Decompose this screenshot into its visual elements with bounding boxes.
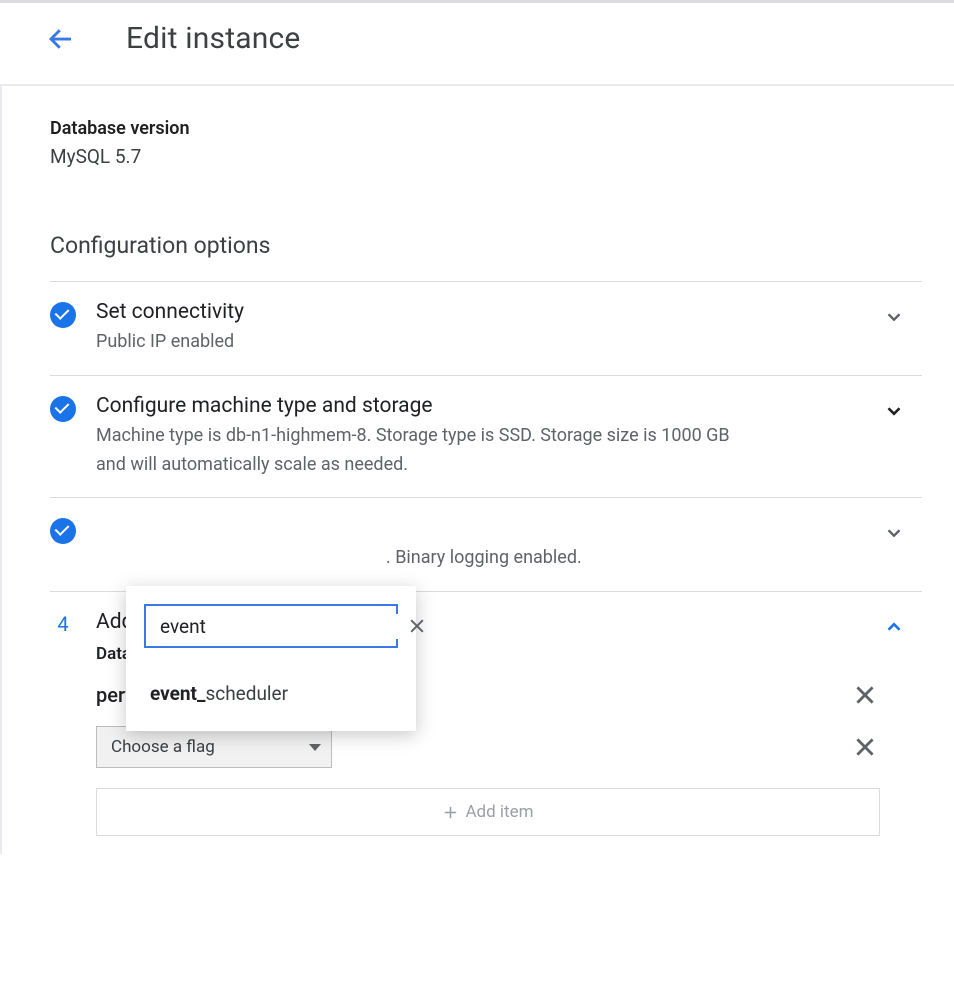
clear-input-icon[interactable] — [407, 616, 427, 636]
choose-flag-placeholder: Choose a flag — [111, 737, 215, 757]
section-machine-type[interactable]: Configure machine type and storage Machi… — [50, 375, 922, 498]
section-machine-subtitle: Machine type is db-n1-highmem-8. Storage… — [96, 422, 736, 480]
db-version-value: MySQL 5.7 — [50, 145, 922, 168]
section-hidden-status — [50, 516, 96, 544]
section-connectivity[interactable]: Set connectivity Public IP enabled — [50, 281, 922, 375]
section-hidden[interactable]: . Binary logging enabled. — [50, 497, 922, 591]
add-item-label: Add item — [465, 802, 533, 822]
check-icon — [50, 518, 76, 544]
page-title: Edit instance — [126, 21, 301, 56]
flag-search-input-wrap[interactable] — [144, 604, 398, 648]
step-number: 4 — [50, 612, 76, 636]
add-item-button[interactable]: Add item — [96, 788, 880, 836]
header-bar: Edit instance — [0, 0, 954, 86]
check-icon — [50, 396, 76, 422]
configuration-options-title: Configuration options — [50, 232, 922, 259]
section-machine-title: Configure machine type and storage — [96, 394, 880, 418]
page-body: Database version MySQL 5.7 Configuration… — [0, 86, 954, 854]
autocomplete-match-bold: event_ — [150, 682, 205, 705]
back-arrow-icon[interactable] — [46, 24, 76, 54]
flag-row-new: Choose a flag — [96, 726, 880, 768]
chevron-down-icon[interactable] — [880, 516, 908, 544]
section-machine-status — [50, 394, 96, 422]
section-flags-step: 4 — [50, 610, 96, 636]
remove-flag-icon[interactable] — [852, 682, 878, 708]
flag-autocomplete-dropdown: event_scheduler — [126, 586, 416, 731]
chevron-down-icon[interactable] — [880, 394, 908, 422]
choose-flag-select[interactable]: Choose a flag — [96, 726, 332, 768]
section-connectivity-status — [50, 300, 96, 328]
section-hidden-title — [96, 516, 880, 540]
autocomplete-match-rest: scheduler — [205, 682, 288, 705]
section-connectivity-subtitle: Public IP enabled — [96, 328, 736, 357]
triangle-down-icon — [309, 744, 321, 751]
section-connectivity-title: Set connectivity — [96, 300, 880, 324]
chevron-down-icon[interactable] — [880, 300, 908, 328]
check-icon — [50, 302, 76, 328]
remove-flag-icon[interactable] — [852, 734, 878, 760]
autocomplete-option[interactable]: event_scheduler — [144, 678, 398, 709]
db-version-label: Database version — [50, 118, 922, 139]
section-hidden-subtitle: . Binary logging enabled. — [96, 544, 736, 573]
chevron-up-icon[interactable] — [880, 610, 908, 638]
flag-search-input[interactable] — [158, 614, 407, 639]
plus-icon — [442, 804, 459, 821]
